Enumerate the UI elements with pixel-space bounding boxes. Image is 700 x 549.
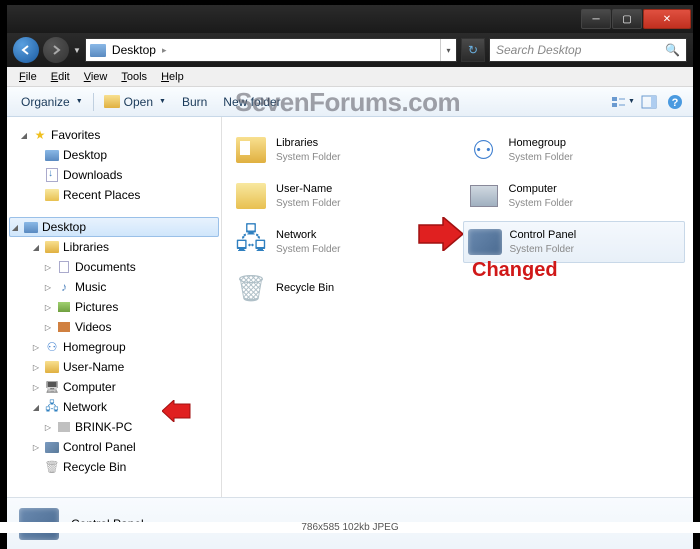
history-dropdown-icon[interactable]: ▼ xyxy=(73,46,81,55)
menu-file[interactable]: File xyxy=(13,69,43,85)
separator xyxy=(93,93,94,111)
network-icon: 🖧 xyxy=(44,399,60,415)
item-homegroup[interactable]: ⚇ HomegroupSystem Folder xyxy=(463,129,686,171)
user-folder-icon xyxy=(45,361,59,373)
command-bar: Organize▼ Open▼ Burn New folder ▼ ? xyxy=(7,87,693,117)
menu-edit[interactable]: Edit xyxy=(45,69,76,85)
sidebar-item-desktop-root[interactable]: ◢Desktop xyxy=(9,217,219,237)
annotation-arrow-icon xyxy=(162,400,192,422)
explorer-body: ◢★Favorites Desktop Downloads Recent Pla… xyxy=(7,117,693,497)
search-icon: 🔍 xyxy=(665,43,680,57)
view-options-button[interactable]: ▼ xyxy=(611,91,635,113)
sidebar-item-homegroup[interactable]: ▷⚇Homegroup xyxy=(7,337,221,357)
item-computer[interactable]: ComputerSystem Folder xyxy=(463,175,686,217)
breadcrumb-separator-icon[interactable]: ▸ xyxy=(162,45,167,56)
image-caption: 786x585 102kb JPEG xyxy=(0,522,700,533)
address-dropdown-icon[interactable]: ▾ xyxy=(440,39,456,61)
explorer-window: ─ ▢ ✕ ▼ Desktop ▸ ▾ ↻ Search Desktop 🔍 F… xyxy=(5,3,695,527)
network-icon: 🖧 xyxy=(234,225,268,259)
chevron-down-icon: ▼ xyxy=(76,98,83,105)
control-panel-icon xyxy=(468,229,502,255)
homegroup-icon: ⚇ xyxy=(44,339,60,355)
recycle-bin-icon: 🗑 xyxy=(234,271,268,305)
desktop-icon xyxy=(24,222,38,233)
libraries-icon xyxy=(45,241,59,253)
item-recyclebin[interactable]: 🗑 Recycle Bin xyxy=(230,267,453,309)
search-placeholder: Search Desktop xyxy=(496,43,581,57)
sidebar-item-recyclebin[interactable]: 🗑Recycle Bin xyxy=(7,457,221,477)
open-folder-icon xyxy=(104,95,120,108)
sidebar-item-music[interactable]: ▷♪Music xyxy=(7,277,221,297)
star-icon: ★ xyxy=(32,127,48,143)
favorites-group[interactable]: ◢★Favorites xyxy=(7,125,221,145)
chevron-down-icon: ▼ xyxy=(628,98,635,105)
help-button[interactable]: ? xyxy=(663,91,687,113)
sidebar-item-username[interactable]: ▷User-Name xyxy=(7,357,221,377)
sidebar-item-desktop[interactable]: Desktop xyxy=(7,145,221,165)
address-bar[interactable]: Desktop ▸ ▾ xyxy=(85,38,457,62)
forward-button[interactable] xyxy=(43,37,69,63)
item-username[interactable]: User-NameSystem Folder xyxy=(230,175,453,217)
sidebar-item-controlpanel[interactable]: ▷Control Panel xyxy=(7,437,221,457)
pictures-icon xyxy=(58,302,70,312)
navigation-pane: ◢★Favorites Desktop Downloads Recent Pla… xyxy=(7,117,222,497)
user-folder-icon xyxy=(236,183,266,209)
content-pane[interactable]: LibrariesSystem Folder ⚇ HomegroupSystem… xyxy=(222,117,693,497)
address-location: Desktop xyxy=(112,43,156,57)
sidebar-item-libraries[interactable]: ◢Libraries xyxy=(7,237,221,257)
documents-icon xyxy=(59,261,69,273)
search-input[interactable]: Search Desktop 🔍 xyxy=(489,38,687,62)
recent-icon xyxy=(45,189,59,201)
menu-view[interactable]: View xyxy=(78,69,114,85)
preview-pane-button[interactable] xyxy=(637,91,661,113)
minimize-button[interactable]: ─ xyxy=(581,9,611,29)
sidebar-item-pictures[interactable]: ▷Pictures xyxy=(7,297,221,317)
annotation-changed-label: Changed xyxy=(472,259,558,282)
menu-help[interactable]: Help xyxy=(155,69,190,85)
navigation-bar: ▼ Desktop ▸ ▾ ↻ Search Desktop 🔍 xyxy=(7,33,693,67)
music-icon: ♪ xyxy=(56,279,72,295)
svg-text:?: ? xyxy=(672,97,679,109)
new-folder-button[interactable]: New folder xyxy=(215,92,288,112)
organize-button[interactable]: Organize▼ xyxy=(13,92,91,112)
menu-bar: File Edit View Tools Help xyxy=(7,67,693,87)
titlebar: ─ ▢ ✕ xyxy=(7,5,693,33)
maximize-button[interactable]: ▢ xyxy=(612,9,642,29)
annotation-arrow-icon xyxy=(417,217,463,251)
pc-icon xyxy=(58,422,70,432)
back-button[interactable] xyxy=(13,37,39,63)
burn-button[interactable]: Burn xyxy=(174,92,215,112)
open-button[interactable]: Open▼ xyxy=(96,92,174,112)
sidebar-item-documents[interactable]: ▷Documents xyxy=(7,257,221,277)
computer-icon: 🖥 xyxy=(44,379,60,395)
recycle-bin-icon: 🗑 xyxy=(44,459,60,475)
libraries-icon xyxy=(236,137,266,163)
chevron-down-icon: ▼ xyxy=(159,98,166,105)
computer-icon xyxy=(470,185,498,207)
sidebar-item-computer[interactable]: ▷🖥Computer xyxy=(7,377,221,397)
homegroup-icon: ⚇ xyxy=(467,133,501,167)
close-button[interactable]: ✕ xyxy=(643,9,691,29)
desktop-icon xyxy=(45,150,59,161)
item-libraries[interactable]: LibrariesSystem Folder xyxy=(230,129,453,171)
refresh-button[interactable]: ↻ xyxy=(461,38,485,62)
videos-icon xyxy=(58,322,70,332)
item-controlpanel[interactable]: Control PanelSystem Folder xyxy=(463,221,686,263)
control-panel-icon xyxy=(45,442,59,453)
sidebar-item-videos[interactable]: ▷Videos xyxy=(7,317,221,337)
downloads-icon xyxy=(46,168,58,182)
sidebar-item-recent[interactable]: Recent Places xyxy=(7,185,221,205)
folder-icon xyxy=(90,44,106,57)
sidebar-item-downloads[interactable]: Downloads xyxy=(7,165,221,185)
menu-tools[interactable]: Tools xyxy=(115,69,153,85)
